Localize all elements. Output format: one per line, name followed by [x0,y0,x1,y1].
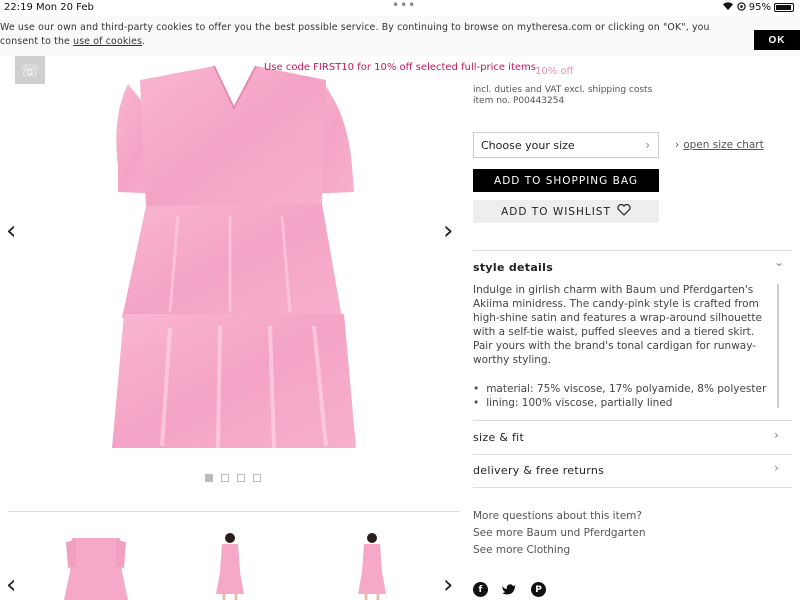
battery-icon [774,3,794,12]
brand-link[interactable]: See more Baum und Pferdgarten [473,525,646,542]
accordion-style-details[interactable]: style details [473,261,553,274]
image-next-icon[interactable]: › [443,218,453,244]
cookie-ok-button[interactable]: OK [754,30,800,50]
divider [473,420,792,421]
pagination-dot[interactable] [237,474,245,482]
divider [473,454,792,455]
social-share: f P [473,582,546,597]
size-chart-label: open size chart [683,139,764,151]
accordion-size-fit[interactable]: size & fit [473,431,524,444]
add-to-wishlist-button[interactable]: ADD TO WISHLIST [473,200,659,223]
promo-banner[interactable]: Use code FIRST10 for 10% off selected fu… [200,62,600,73]
battery-percent: 95% [748,2,771,13]
pagination-dot[interactable] [253,474,261,482]
add-to-bag-button[interactable]: ADD TO SHOPPING BAG [473,169,659,192]
shipping-note: incl. duties and VAT excl. shipping cost… [473,85,653,95]
thumbnail-next-icon[interactable]: › [443,572,453,598]
pagination-dot[interactable] [221,474,229,482]
chevron-right-icon: › [675,139,680,151]
facebook-icon[interactable]: f [473,582,488,597]
add-to-bag-label: ADD TO SHOPPING BAG [494,174,638,187]
chevron-right-icon[interactable]: › [774,461,779,475]
detail-lining: lining: 100% viscose, partially lined [473,396,766,410]
description-scrollbar[interactable] [777,284,779,408]
cookie-banner: We use our own and third-party cookies t… [0,16,800,56]
divider [8,511,460,512]
image-prev-icon[interactable]: ‹ [6,218,16,244]
phone-icon: ☏ [19,60,40,80]
add-to-wishlist-label: ADD TO WISHLIST [501,205,611,218]
questions-link[interactable]: More questions about this item? [473,508,646,525]
status-date: Mon 20 Feb [36,2,94,13]
cookie-text: We use our own and third-party cookies t… [0,22,710,47]
pagination-dot[interactable] [205,474,213,482]
chevron-right-icon[interactable]: › [774,428,779,442]
accordion-delivery[interactable]: delivery & free returns [473,464,604,477]
thumbnail-prev-icon[interactable]: ‹ [6,572,16,598]
product-details-list: material: 75% viscose, 17% polyamide, 8%… [473,382,766,410]
size-select-label: Choose your size [481,139,575,152]
divider [473,487,792,488]
detail-material: material: 75% viscose, 17% polyamide, 8%… [473,382,766,396]
status-indicators: 95% [722,1,794,14]
thumbnail-model-back[interactable] [352,532,392,600]
product-image[interactable] [100,56,370,456]
cookie-policy-link[interactable]: use of cookies [73,36,142,47]
category-link[interactable]: See more Clothing [473,542,646,559]
more-links: More questions about this item? See more… [473,508,646,559]
status-bar: 22:19 Mon 20 Feb ••• 95% [0,0,800,16]
wifi-icon [722,1,734,14]
product-description: Indulge in girlish charm with Baum und P… [473,284,762,366]
divider [473,250,792,251]
twitter-icon[interactable] [502,582,517,597]
thumbnail-front[interactable] [62,532,130,600]
chevron-down-icon[interactable]: ⌄ [774,255,784,269]
zoom-button[interactable]: ☏ [15,56,45,84]
image-pagination [205,474,261,482]
size-select[interactable]: Choose your size › [473,132,659,158]
heart-icon [617,203,631,219]
status-time: 22:19 [4,2,33,13]
shipping-info: incl. duties and VAT excl. shipping cost… [473,85,652,107]
multitask-dots[interactable]: ••• [392,0,416,12]
pinterest-icon[interactable]: P [531,582,546,597]
thumbnail-model-front[interactable] [210,532,250,600]
chevron-right-icon: › [645,138,650,152]
item-number: item no. P00443254 [473,96,565,106]
size-chart-link[interactable]: › open size chart [675,139,764,151]
location-icon [737,1,746,14]
